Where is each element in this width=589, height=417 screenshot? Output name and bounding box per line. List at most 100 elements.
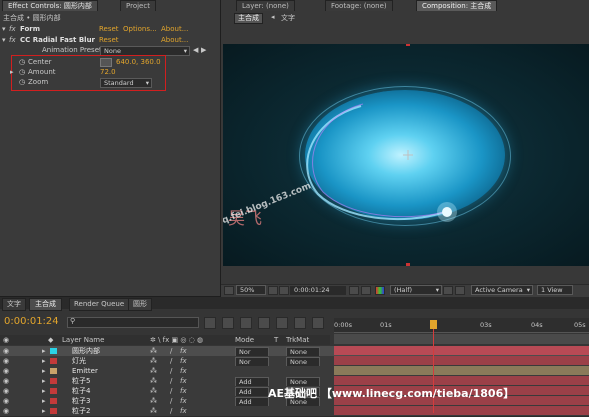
form-about-link[interactable]: About... [161,24,188,34]
switch-icon[interactable]: ⁂ [150,366,157,376]
work-area-bar[interactable] [334,334,589,344]
eye-icon[interactable]: ◉ [3,386,9,396]
layer-duration-bar[interactable] [334,376,589,385]
timecode-box[interactable]: 0:00:01:24 [290,286,346,295]
layer-duration-bar[interactable] [334,366,589,375]
hide-shy-layers-icon[interactable] [240,317,252,329]
layer-name[interactable]: 粒子4 [72,386,90,396]
brainstorm-icon[interactable] [294,317,306,329]
layer-name[interactable]: 粒子5 [72,376,90,386]
graph-editor-icon[interactable] [312,317,324,329]
transparency-grid-icon[interactable] [455,286,465,295]
timeline-current-time[interactable]: 0:00:01:24 [4,316,59,327]
trkmat-header[interactable]: TrkMat [286,335,309,345]
radial-about-link[interactable]: About... [161,35,188,45]
label-color-swatch[interactable] [50,368,57,374]
stopwatch-icon[interactable]: ◷ [19,67,25,77]
fx-icon[interactable]: fx [180,406,187,416]
layer-name[interactable]: 粒子2 [72,406,90,416]
layer-name[interactable]: 圆形内部 [72,346,100,356]
fx-icon[interactable]: fx [180,356,187,366]
layer-name[interactable]: Emitter [72,366,98,376]
fx-icon[interactable]: fx [180,366,187,376]
channel-color-icon[interactable] [375,286,385,295]
quality-icon[interactable]: / [170,386,172,396]
camera-dropdown[interactable]: Active Camera ▾ [471,285,533,295]
stopwatch-icon[interactable]: ◷ [19,57,25,67]
time-ruler[interactable]: 0:00s 01s 03s 04s 05s [334,318,589,333]
form-reset-link[interactable]: Reset [99,24,119,34]
resolution-dropdown[interactable]: (Half) ▾ [390,285,442,295]
center-property-row[interactable]: ◷ Center 640.0, 360.0 [0,57,220,67]
region-of-interest-icon[interactable] [443,286,453,295]
expand-arrow-icon[interactable]: ▸ [42,366,46,376]
motion-blur-icon[interactable] [276,317,288,329]
fx-icon[interactable]: fx [180,386,187,396]
eye-icon[interactable]: ◉ [3,356,9,366]
center-value[interactable]: 640.0, 360.0 [116,57,161,67]
tab-effect-controls[interactable]: Effect Controls: 圆形内部 [2,0,98,11]
switch-icon[interactable]: ⁂ [150,376,157,386]
timeline-tab-main[interactable]: 主合成 [29,298,62,311]
layer-duration-bar[interactable] [334,356,589,365]
prev-preset-icon[interactable]: ◀ [193,45,198,55]
comp-subtab-text[interactable]: 文字 [281,13,295,23]
table-row[interactable]: ◉▸7粒子2⁂/fx [0,406,589,417]
safe-zones-button[interactable] [268,286,278,295]
fx-icon[interactable]: fx [9,24,16,34]
fx-icon[interactable]: fx [180,376,187,386]
effect-form-row[interactable]: ▾ fx Form Reset Options... About... [0,24,220,34]
comp-subtab-main[interactable]: 主合成 [234,13,263,24]
label-color-swatch[interactable] [50,348,57,354]
comp-mini-flowchart-icon[interactable] [204,317,216,329]
tab-project[interactable]: Project [120,0,156,11]
zoom-dropdown[interactable]: Standard ▾ [100,78,152,88]
show-snapshot-icon[interactable] [361,286,371,295]
layer-duration-bar[interactable] [334,346,589,355]
quality-icon[interactable]: / [170,396,172,406]
switch-icon[interactable]: ⁂ [150,386,157,396]
fx-icon[interactable]: fx [180,346,187,356]
eye-icon[interactable]: ◉ [3,406,9,416]
expand-arrow-icon[interactable]: ▸ [10,67,14,77]
mode-header[interactable]: Mode [235,335,254,345]
amount-value[interactable]: 72.0 [100,67,116,77]
label-color-swatch[interactable] [50,358,57,364]
timeline-tab-circle[interactable]: 圆形 [128,298,152,311]
tab-composition[interactable]: Composition: 主合成 [416,0,498,11]
quality-icon[interactable]: / [170,356,172,366]
expand-arrow-icon[interactable]: ▸ [42,386,46,396]
snapshot-camera-icon[interactable] [349,286,359,295]
quality-icon[interactable]: / [170,366,172,376]
switch-icon[interactable]: ⁂ [150,356,157,366]
radial-reset-link[interactable]: Reset [99,35,119,45]
crosshair-icon[interactable] [100,58,112,67]
magnification-dropdown[interactable]: 50% [236,285,266,295]
expand-arrow-icon[interactable]: ▸ [42,356,46,366]
eye-icon[interactable]: ◉ [3,346,9,356]
layer-name-header[interactable]: Layer Name [62,335,104,345]
eye-icon[interactable]: ◉ [3,376,9,386]
tab-footage[interactable]: Footage: (none) [325,0,393,11]
expand-arrow-icon[interactable]: ▸ [42,376,46,386]
timeline-tab-render-queue[interactable]: Render Queue [69,298,130,311]
tab-layer[interactable]: Layer: (none) [236,0,295,11]
composition-viewport[interactable]: 吴飞 wq.fei.blog.163.com [223,44,589,266]
expand-arrow-icon[interactable]: ▾ [2,24,6,34]
switch-icon[interactable]: ⁂ [150,396,157,406]
layer-duration-bar[interactable] [334,406,589,415]
next-preset-icon[interactable]: ▶ [201,45,206,55]
quality-icon[interactable]: / [170,376,172,386]
layer-name[interactable]: 灯光 [72,356,86,366]
stopwatch-icon[interactable]: ◷ [19,77,25,87]
frame-blending-icon[interactable] [258,317,270,329]
center-crosshair-icon[interactable] [403,150,413,160]
form-options-link[interactable]: Options... [123,24,157,34]
label-color-swatch[interactable] [50,398,57,404]
draft-3d-icon[interactable] [222,317,234,329]
fx-icon[interactable]: fx [9,35,16,45]
timeline-search-field[interactable]: ⚲ [67,317,199,328]
label-color-swatch[interactable] [50,378,57,384]
fx-icon[interactable]: fx [180,396,187,406]
quality-icon[interactable]: / [170,346,172,356]
